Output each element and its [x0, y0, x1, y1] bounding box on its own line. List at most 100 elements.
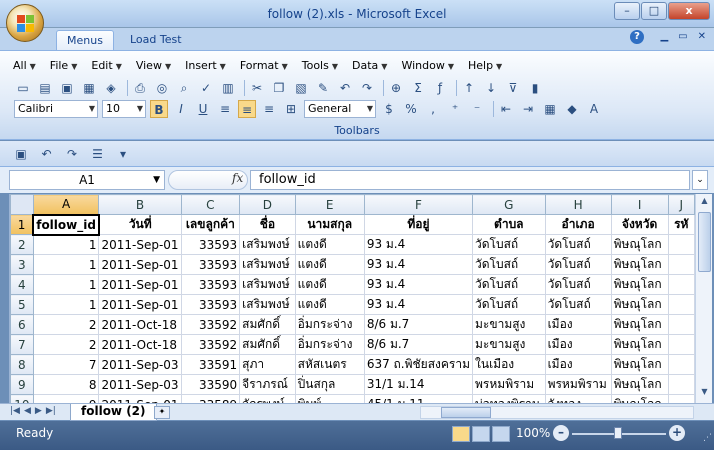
row-header[interactable]: 9 — [10, 374, 34, 395]
last-sheet-icon[interactable]: ▶| — [46, 406, 56, 416]
copy-icon[interactable]: ❐ — [270, 79, 288, 97]
formula-input[interactable]: follow_id — [250, 170, 690, 190]
undo-icon[interactable]: ↶ — [38, 145, 56, 163]
cell-b8[interactable]: 2011-Sep-03 — [98, 354, 182, 375]
cell-j5[interactable] — [667, 294, 695, 315]
research-book-icon[interactable]: ▥ — [219, 79, 237, 97]
row-header[interactable]: 10 — [10, 394, 34, 403]
row-header[interactable]: 1 — [10, 214, 34, 235]
cell-f7[interactable]: 8/6 ม.7 — [363, 334, 474, 355]
column-header-d[interactable]: D — [239, 194, 296, 215]
cell-e4[interactable]: แตงดี — [294, 274, 365, 295]
cell-h7[interactable]: เมือง — [544, 334, 612, 355]
function-icon[interactable]: ƒ — [431, 79, 449, 97]
open-icon[interactable]: ▤ — [36, 79, 54, 97]
sort-descending-icon[interactable]: ↓ — [482, 79, 500, 97]
cell-b7[interactable]: 2011-Oct-18 — [98, 334, 182, 355]
filter-icon[interactable]: ⊽ — [504, 79, 522, 97]
select-all-corner[interactable] — [10, 194, 34, 215]
cell-i4[interactable]: พิษณุโลก — [610, 274, 669, 295]
ribbon-close-icon[interactable]: ✕ — [698, 31, 706, 42]
merge-center-icon[interactable]: ⊞ — [282, 100, 300, 118]
tab-menus[interactable]: Menus — [56, 30, 114, 50]
prev-sheet-icon[interactable]: ◀ — [24, 406, 31, 416]
page-break-view-button[interactable] — [492, 426, 510, 442]
fx-icon[interactable]: fx — [232, 171, 243, 185]
ribbon-minimize-icon[interactable]: ▁ — [660, 31, 668, 42]
redo-icon[interactable]: ↷ — [358, 79, 376, 97]
scroll-down-icon[interactable]: ▼ — [698, 387, 711, 401]
row-header[interactable]: 5 — [10, 294, 34, 315]
column-header-a[interactable]: A — [32, 194, 100, 215]
cell-i8[interactable]: พิษณุโลก — [610, 354, 669, 375]
save-icon[interactable]: ▣ — [58, 79, 76, 97]
cell-h4[interactable]: วัดโบสถ์ — [544, 274, 612, 295]
first-sheet-icon[interactable]: |◀ — [10, 406, 20, 416]
cell-b2[interactable]: 2011-Sep-01 — [98, 234, 182, 255]
cell-b9[interactable]: 2011-Sep-03 — [98, 374, 182, 395]
ribbon-restore-icon[interactable]: ▭ — [678, 31, 687, 42]
undo-icon[interactable]: ↶ — [336, 79, 354, 97]
cell-i5[interactable]: พิษณุโลก — [610, 294, 669, 315]
vertical-scroll-thumb[interactable] — [698, 212, 711, 272]
cell-b10[interactable]: 2011-Sep-01 — [98, 394, 182, 403]
font-name-combo[interactable]: Calibri ▼ — [14, 100, 98, 118]
cell-c10[interactable]: 33589 — [180, 394, 241, 403]
cut-icon[interactable]: ✂ — [248, 79, 266, 97]
underline-icon[interactable]: U — [194, 100, 212, 118]
cell-c9[interactable]: 33590 — [180, 374, 241, 395]
name-box[interactable]: A1 ▼ — [9, 170, 165, 190]
menu-format[interactable]: Format ▼ — [233, 57, 295, 74]
cell-g5[interactable]: วัดโบสถ์ — [472, 294, 546, 315]
zoom-slider-thumb[interactable] — [614, 427, 622, 439]
font-color-icon[interactable]: A — [585, 100, 603, 118]
cell-h9[interactable]: พรหมพิราม — [544, 374, 612, 395]
cell-f1[interactable]: ที่อยู่ — [363, 214, 474, 235]
cell-j10[interactable] — [667, 394, 695, 403]
menu-help[interactable]: Help ▼ — [461, 57, 509, 74]
cell-j9[interactable] — [667, 374, 695, 395]
menu-file[interactable]: File ▼ — [43, 57, 85, 74]
paste-icon[interactable]: ▧ — [292, 79, 310, 97]
menu-all[interactable]: All ▼ — [6, 57, 43, 74]
permission-icon[interactable]: ◈ — [102, 79, 120, 97]
cell-d5[interactable]: เสริมพงษ์ — [239, 294, 296, 315]
cell-e9[interactable]: ปิ่นสกุล — [294, 374, 365, 395]
sheet-tab-follow-2[interactable]: follow (2) — [70, 404, 157, 421]
cell-j3[interactable] — [667, 254, 695, 275]
borders-icon[interactable]: ▦ — [541, 100, 559, 118]
cell-c7[interactable]: 33592 — [180, 334, 241, 355]
menu-view[interactable]: View ▼ — [129, 57, 178, 74]
cell-a2[interactable]: 1 — [32, 234, 100, 255]
vertical-scrollbar[interactable]: ▲ ▼ — [695, 194, 712, 403]
cell-f3[interactable]: 93 ม.4 — [363, 254, 474, 275]
resize-grip-icon[interactable]: ⋰ — [703, 433, 712, 443]
print-preview-icon[interactable]: ◎ — [153, 79, 171, 97]
fill-color-icon[interactable]: ◆ — [563, 100, 581, 118]
hyperlink-icon[interactable]: ⊕ — [387, 79, 405, 97]
cell-d1[interactable]: ชื่อ — [239, 214, 296, 235]
align-center-icon[interactable]: ≡ — [238, 100, 256, 118]
column-header-c[interactable]: C — [180, 194, 241, 215]
decrease-decimal-icon[interactable]: ⁻ — [468, 100, 486, 118]
new-icon[interactable]: ▭ — [14, 79, 32, 97]
cell-d4[interactable]: เสริมพงษ์ — [239, 274, 296, 295]
sort-ascending-icon[interactable]: ↑ — [460, 79, 478, 97]
cell-g6[interactable]: มะขามสูง — [472, 314, 546, 335]
cell-j7[interactable] — [667, 334, 695, 355]
menu-edit[interactable]: Edit ▼ — [84, 57, 128, 74]
cell-e8[interactable]: สหัสเนตร — [294, 354, 365, 375]
row-header[interactable]: 4 — [10, 274, 34, 295]
cell-b5[interactable]: 2011-Sep-01 — [98, 294, 182, 315]
cell-c2[interactable]: 33593 — [180, 234, 241, 255]
cell-j4[interactable] — [667, 274, 695, 295]
cell-e3[interactable]: แตงดี — [294, 254, 365, 275]
number-format-combo[interactable]: General ▼ — [304, 100, 376, 118]
menu-insert[interactable]: Insert ▼ — [178, 57, 233, 74]
cell-g9[interactable]: พรหมพิราม — [472, 374, 546, 395]
cell-a1[interactable]: follow_id — [32, 213, 100, 236]
cell-i9[interactable]: พิษณุโลก — [610, 374, 669, 395]
row-header[interactable]: 8 — [10, 354, 34, 375]
cell-a7[interactable]: 2 — [32, 334, 100, 355]
cell-h10[interactable]: วังทอง — [544, 394, 612, 403]
